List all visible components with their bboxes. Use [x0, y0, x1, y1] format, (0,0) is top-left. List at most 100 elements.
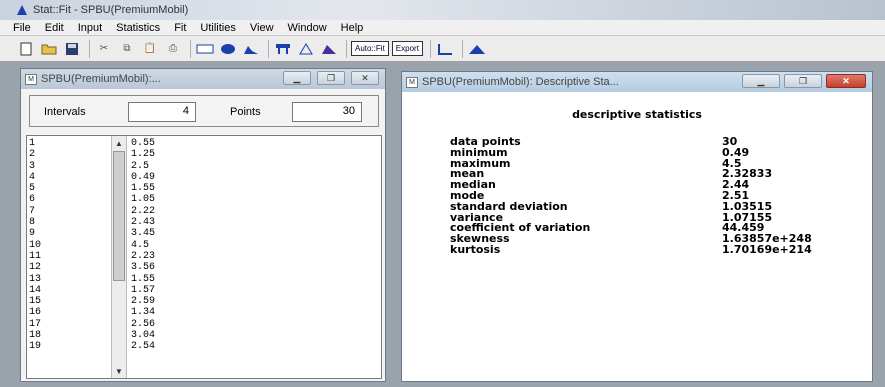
points-label: Points [230, 106, 261, 118]
menu-statistics[interactable]: Statistics [109, 22, 167, 34]
data-value-cell[interactable]: 4.5 [131, 240, 231, 251]
data-window-titlebar[interactable]: M SPBU(PremiumMobil):... ▁ ❐ ✕ [21, 69, 385, 89]
data-value-cell[interactable]: 1.57 [131, 285, 231, 296]
intervals-input[interactable]: 4 [128, 102, 196, 122]
data-value-cell[interactable]: 1.55 [131, 183, 231, 194]
new-file-icon[interactable] [16, 40, 36, 58]
intervals-label: Intervals [44, 106, 86, 118]
toolbar-separator [89, 39, 90, 58]
data-value-cell[interactable]: 3.56 [131, 262, 231, 273]
row-number: 14 [29, 284, 42, 296]
stat-value: 1.70169e+214 [722, 242, 812, 256]
row-number: 11 [29, 250, 42, 262]
row-number: 18 [29, 330, 42, 342]
data-value-cell[interactable]: 2.43 [131, 217, 231, 228]
statfit-logo-icon [17, 5, 27, 15]
open-folder-icon[interactable] [39, 40, 59, 58]
data-value-cell[interactable]: 2.59 [131, 296, 231, 307]
copy-icon[interactable]: ⧉ [117, 40, 137, 58]
row-number: 13 [29, 273, 42, 285]
toolbar-separator [268, 39, 269, 58]
row-number: 9 [29, 228, 36, 240]
stats-window-titlebar[interactable]: M SPBU(PremiumMobil): Descriptive Sta...… [402, 72, 872, 92]
row-number: 8 [29, 217, 36, 229]
menu-bar: File Edit Input Statistics Fit Utilities… [0, 20, 885, 36]
stats-heading: descriptive statistics [572, 108, 702, 121]
menu-edit[interactable]: Edit [38, 22, 71, 34]
document-icon: M [406, 76, 418, 88]
cut-icon[interactable]: ✂ [94, 40, 114, 58]
toolbar-separator [461, 39, 463, 58]
restore-button[interactable]: ❐ [317, 71, 345, 85]
row-number: 2 [29, 149, 36, 161]
app-title: Stat::Fit - SPBU(PremiumMobil) [33, 4, 189, 16]
cumulative-distribution-icon[interactable] [435, 40, 455, 58]
statistics-icon[interactable] [218, 40, 238, 58]
save-icon[interactable] [62, 40, 82, 58]
data-value-cell[interactable]: 1.25 [131, 149, 231, 160]
row-number: 17 [29, 318, 42, 330]
stats-label-column: data points minimum maximum mean median mode s… [450, 136, 590, 256]
data-value-cell[interactable]: 2.5 [131, 161, 231, 172]
row-number: 16 [29, 307, 42, 319]
row-number-column: 1 2 3 4 5 6 7 8 9 10 11 12 13 14 15 16 17 18 19 [29, 138, 93, 353]
stats-content: descriptive statistics data points minimu… [402, 92, 872, 381]
scroll-down-icon[interactable]: ▼ [112, 364, 126, 378]
data-value-cell[interactable]: 1.05 [131, 194, 231, 205]
data-value-cell[interactable]: 2.56 [131, 319, 231, 330]
data-table-window: M SPBU(PremiumMobil):... ▁ ❐ ✕ Intervals… [20, 68, 386, 382]
stat-label: kurtosis [450, 242, 501, 256]
row-number: 5 [29, 183, 36, 195]
document-icon: M [25, 73, 37, 85]
data-value-cell[interactable]: 2.54 [131, 341, 231, 352]
menu-view[interactable]: View [243, 22, 281, 34]
minimize-button[interactable]: ▁ [283, 71, 311, 85]
scroll-thumb[interactable] [113, 151, 125, 281]
row-number: 12 [29, 262, 42, 274]
data-window-title: SPBU(PremiumMobil):... [41, 73, 161, 85]
row-number: 19 [29, 341, 42, 353]
data-value-cell[interactable]: 2.22 [131, 206, 231, 217]
scroll-up-icon[interactable]: ▲ [112, 136, 126, 150]
close-button[interactable]: ✕ [351, 71, 379, 85]
histogram-icon[interactable] [241, 40, 261, 58]
data-value-cell[interactable]: 3.04 [131, 330, 231, 341]
stats-window-title: SPBU(PremiumMobil): Descriptive Sta... [422, 76, 619, 88]
descriptive-statistics-window: M SPBU(PremiumMobil): Descriptive Sta...… [401, 71, 873, 382]
toolbar-separator [429, 39, 431, 58]
restore-button[interactable]: ❐ [784, 74, 822, 88]
menu-fit[interactable]: Fit [167, 22, 193, 34]
print-icon[interactable]: ⎙ [163, 40, 183, 58]
data-value-cell[interactable]: 1.55 [131, 274, 231, 285]
fit-graph-icon[interactable] [319, 40, 339, 58]
fit-settings-icon[interactable] [296, 40, 316, 58]
row-number: 10 [29, 239, 42, 251]
export-button[interactable]: Export [391, 41, 423, 56]
data-value-cell[interactable]: 3.45 [131, 228, 231, 239]
workspace: M SPBU(PremiumMobil):... ▁ ❐ ✕ Intervals… [0, 62, 885, 387]
points-input[interactable]: 30 [292, 102, 362, 122]
stats-value-column: 30 0.49 4.5 2.32833 2.44 2.51 1.03515 1.07155 44… [722, 136, 812, 256]
minimize-button[interactable]: ▁ [742, 74, 780, 88]
distribution-viewer-icon[interactable] [467, 40, 487, 58]
menu-utilities[interactable]: Utilities [193, 22, 242, 34]
toolbar-separator [346, 39, 347, 58]
row-number: 3 [29, 160, 36, 172]
app-titlebar: Stat::Fit - SPBU(PremiumMobil) [0, 0, 885, 20]
autofit-button[interactable]: Auto::Fit [351, 41, 389, 56]
data-scrollbar[interactable]: ▲ ▼ [111, 136, 127, 378]
close-button[interactable]: ✕ [826, 74, 866, 88]
paste-icon[interactable]: 📋 [140, 40, 160, 58]
row-number: 6 [29, 194, 36, 206]
setup-icon[interactable] [273, 40, 293, 58]
operations-icon[interactable] [195, 40, 215, 58]
menu-input[interactable]: Input [71, 22, 109, 34]
row-number: 1 [29, 138, 36, 149]
data-value-cell[interactable]: 0.49 [131, 172, 231, 183]
data-value-cell[interactable]: 2.23 [131, 251, 231, 262]
data-value-cell[interactable]: 1.34 [131, 307, 231, 318]
menu-help[interactable]: Help [334, 22, 371, 34]
data-value-cell[interactable]: 0.55 [131, 138, 231, 149]
menu-file[interactable]: File [6, 22, 38, 34]
menu-window[interactable]: Window [281, 22, 334, 34]
